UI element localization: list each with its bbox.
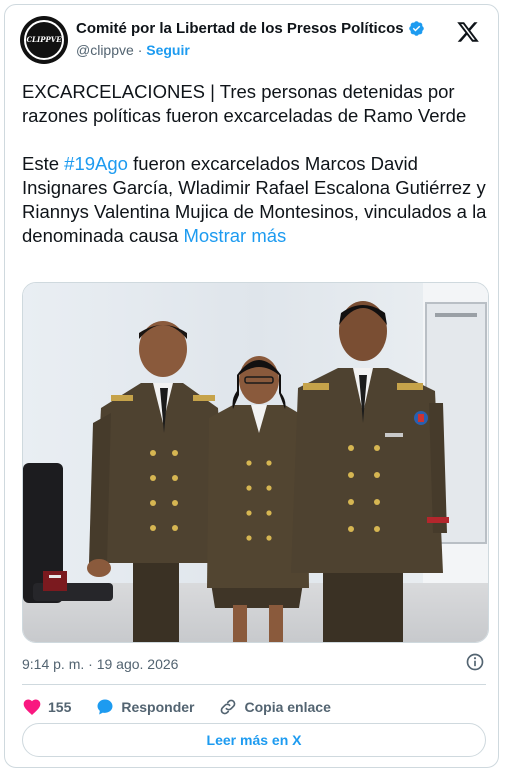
- link-icon: [221, 699, 236, 715]
- follow-button[interactable]: Seguir: [146, 42, 190, 58]
- action-bar: 155 Responder Copia enlace: [22, 694, 355, 720]
- verified-badge-icon: [408, 21, 424, 36]
- avatar[interactable]: CLIPPVE: [20, 16, 68, 64]
- read-more-button[interactable]: Leer más en X: [22, 723, 486, 757]
- reply-label: Responder: [121, 699, 195, 715]
- account-name-row: Comité por la Libertad de los Presos Pol…: [76, 20, 425, 37]
- show-more-link[interactable]: Mostrar más: [183, 225, 286, 246]
- copy-link-label: Copia enlace: [244, 699, 331, 715]
- tweet-body: Este #19Ago fueron excarcelados Marcos D…: [22, 152, 492, 248]
- separator: ·: [137, 42, 143, 58]
- body-prefix: Este: [22, 153, 65, 174]
- tweet-card: CLIPPVE Comité por la Libertad de los Pr…: [4, 4, 499, 768]
- tweet-header: CLIPPVE Comité por la Libertad de los Pr…: [20, 16, 486, 66]
- reply-icon: [97, 699, 113, 715]
- avatar-logo-text: CLIPPVE: [26, 35, 62, 44]
- account-handle[interactable]: @clippve: [76, 42, 134, 58]
- heart-icon: [23, 699, 41, 715]
- handle-row: @clippve · Seguir: [76, 42, 190, 58]
- divider: [22, 684, 486, 685]
- like-count: 155: [48, 699, 72, 715]
- copy-link-button[interactable]: Copia enlace: [218, 697, 331, 717]
- tweet-text: EXCARCELACIONES | Tres personas detenida…: [22, 80, 492, 248]
- photo-illustration: [23, 283, 488, 642]
- tweet-headline: EXCARCELACIONES | Tres personas detenida…: [22, 81, 467, 126]
- hashtag-link[interactable]: #19Ago: [64, 153, 128, 174]
- x-logo-icon[interactable]: [456, 20, 480, 44]
- tweet-timestamp[interactable]: 9:14 p. m. · 19 ago. 2026: [22, 656, 178, 672]
- reply-button[interactable]: Responder: [95, 697, 194, 717]
- info-icon[interactable]: [465, 652, 485, 672]
- account-name[interactable]: Comité por la Libertad de los Presos Pol…: [76, 20, 404, 37]
- avatar-logo: CLIPPVE: [24, 20, 64, 60]
- like-button[interactable]: 155: [22, 697, 71, 717]
- tweet-photo[interactable]: [22, 282, 489, 643]
